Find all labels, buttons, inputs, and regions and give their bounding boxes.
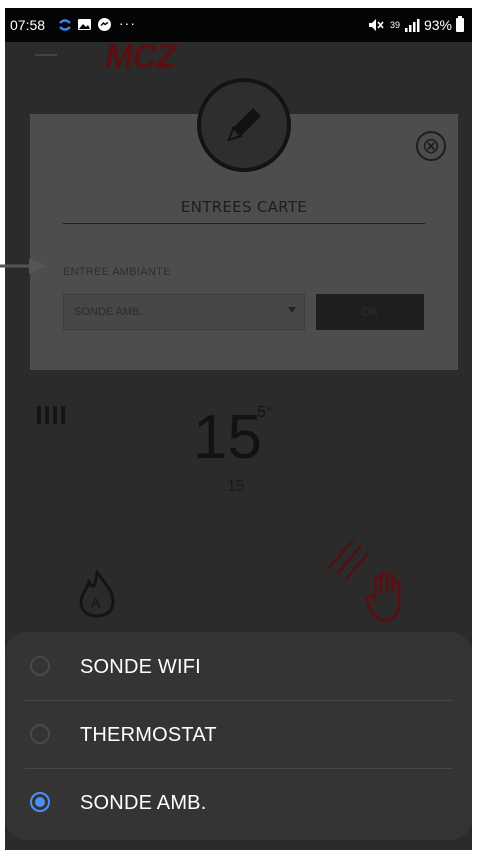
secondary-value: 15 — [227, 478, 245, 495]
close-icon[interactable]: ⊗ — [416, 131, 446, 161]
ok-button[interactable]: OK — [316, 294, 424, 330]
radio-button-selected[interactable] — [30, 792, 50, 812]
pencil-icon — [227, 108, 261, 142]
ambient-input-label: ENTREE AMBIANTE — [63, 266, 171, 278]
gauge-icon — [37, 406, 65, 424]
brand-logo: MCZ — [105, 38, 177, 76]
options-bottom-sheet: SONDE WIFI THERMOSTAT SONDE AMB. — [5, 632, 472, 840]
mute-icon — [368, 19, 384, 31]
temperature-value: 15 — [193, 403, 262, 472]
ambient-input-select[interactable]: SONDE AMB. — [63, 294, 305, 330]
sync-icon — [59, 19, 71, 31]
option-label: SONDE WIFI — [80, 656, 201, 678]
edit-badge — [197, 78, 291, 172]
svg-text:A: A — [91, 595, 101, 611]
battery-percent: 93% — [423, 17, 452, 33]
battery-icon — [456, 16, 464, 32]
option-label: THERMOSTAT — [80, 724, 217, 746]
more-icon: ··· — [119, 15, 136, 31]
pointer-arrow-icon — [0, 258, 47, 274]
option-sonde-wifi[interactable]: SONDE WIFI — [5, 632, 472, 700]
option-sonde-amb[interactable]: SONDE AMB. — [5, 768, 472, 836]
messenger-icon — [98, 18, 111, 31]
manual-hand-icon — [365, 571, 401, 622]
temperature-decimal: 5° — [257, 404, 273, 421]
signal-icon — [404, 18, 420, 32]
status-bar: 07:58 ··· 39 93% — [5, 8, 472, 42]
status-time: 07:58 — [10, 17, 46, 33]
status-right: 39 93% — [368, 16, 464, 33]
menu-icon — [35, 54, 57, 56]
select-value: SONDE AMB. — [74, 306, 143, 318]
option-thermostat[interactable]: THERMOSTAT — [5, 700, 472, 768]
flame-auto-icon: A — [79, 570, 115, 618]
option-label: SONDE AMB. — [80, 792, 207, 814]
network-label: 39 — [389, 20, 400, 30]
title-divider — [63, 223, 425, 224]
radio-button[interactable] — [30, 656, 50, 676]
image-icon — [78, 19, 91, 30]
radio-button[interactable] — [30, 724, 50, 744]
dialog-title: ENTREES CARTE — [180, 198, 308, 216]
chevron-down-icon — [288, 307, 296, 313]
